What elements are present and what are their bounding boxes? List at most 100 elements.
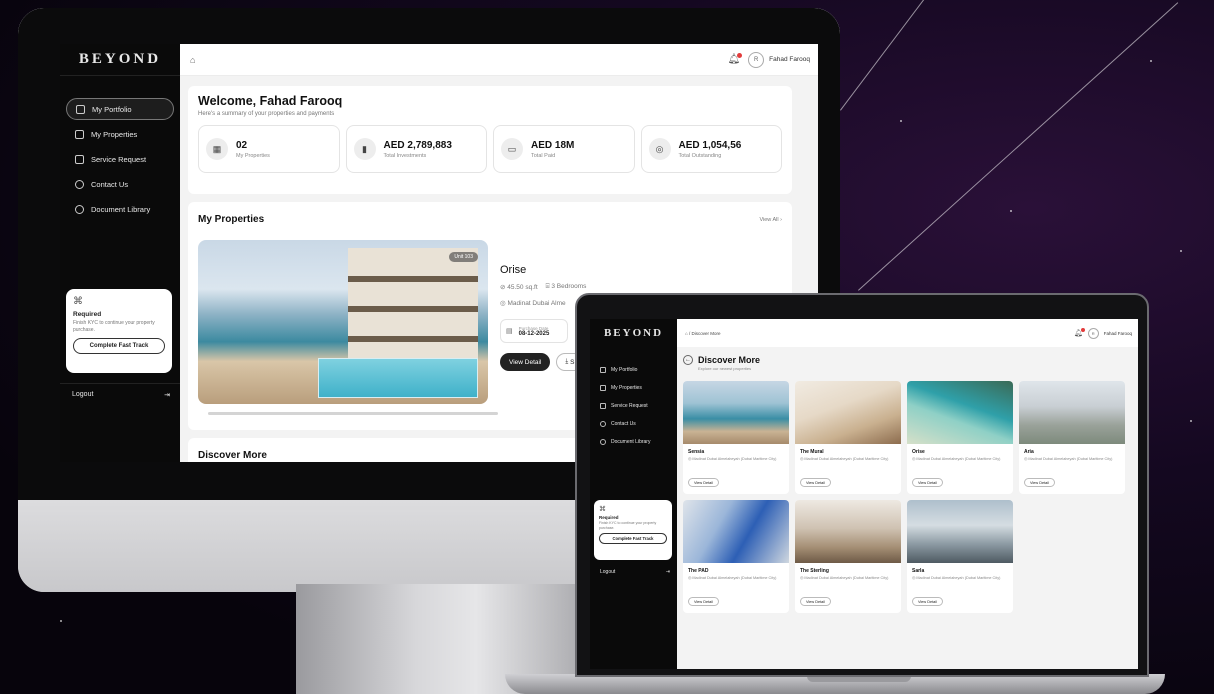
stats-row: ▦ 02 My Properties ▮ AED 2,789,883 Total Inv… [198,125,782,173]
sidebar-item-my-properties[interactable]: My Properties [66,123,174,145]
sidebar-item-my-portfolio[interactable]: My Portfolio [66,98,174,120]
required-title: Required [599,515,619,520]
sidebar-item-label: Service Request [91,154,147,164]
logout-button[interactable]: Logout ⇥ [590,569,677,575]
sidebar-item-service-request[interactable]: Service Request [66,148,174,170]
property-image [1019,381,1125,444]
property-image [683,381,789,444]
user-name: Fahad Farooq [1103,330,1132,336]
background-star [1180,250,1182,252]
background-star [1190,420,1192,422]
property-card[interactable]: The Sterling ◎ Madinat Dubai Almelaheyah… [795,500,901,613]
sidebar-item-service-request[interactable]: Service Request [590,399,677,413]
sidebar-nav: My Portfolio My Properties Service Reque… [60,98,180,220]
sidebar-item-contact-us[interactable]: Contact Us [66,173,174,195]
discover-header: ← Discover More Explore our newest prope… [683,355,760,371]
sidebar: BEYOND My Portfolio My Properties Servic… [590,319,677,669]
property-bedrooms: 3 Bedrooms [551,283,587,290]
phone-icon [600,421,606,427]
megaphone-icon: ⌘ [73,296,83,307]
coins-icon: ◎ [648,138,671,160]
property-image [795,381,901,444]
view-detail-button[interactable]: View Detail [800,478,831,487]
download-icon: ⤓ [565,358,569,365]
logout-button[interactable]: Logout ⇥ [60,383,180,405]
background-star [60,620,62,622]
notification-bell-icon[interactable]: 🔔︎ [727,53,743,65]
property-location: ◎ Madinat Dubai Almelaheyah (Dubai Marit… [1024,457,1113,461]
avatar[interactable]: R [1087,327,1099,339]
view-detail-button[interactable]: View Detail [800,597,831,606]
property-location: ◎ Madinat Dubai Almelaheyah (Dubai Marit… [688,576,777,580]
property-actions: View Detail ⤓ S [500,353,586,371]
sidebar-item-document-library[interactable]: Document Library [590,435,677,449]
kyc-required-card: ⌘ Required Finish KYC to continue your p… [594,500,672,560]
home-icon[interactable]: ⌂ [685,331,688,336]
home-icon[interactable]: ⌂ [190,55,195,65]
sidebar-item-document-library[interactable]: Document Library [66,198,174,220]
property-card[interactable]: The Mural ◎ Madinat Dubai Almelaheyah (D… [795,381,901,494]
property-image [907,500,1013,563]
sidebar-item-my-properties[interactable]: My Properties [590,381,677,395]
required-text: Finish KYC to continue your property pur… [599,521,657,530]
sidebar-item-label: Service Request [611,403,648,409]
background-star [1150,60,1152,62]
background-line [840,0,974,111]
building-icon [600,385,606,391]
stat-card: ▭ AED 18M Total Paid [493,125,635,173]
property-card[interactable]: Aria ◎ Madinat Dubai Almelaheyah (Dubai … [1019,381,1125,494]
section-title: My Properties [198,214,265,225]
sidebar-item-contact-us[interactable]: Contact Us [590,417,677,431]
complete-fast-track-button[interactable]: Complete Fast Track [599,533,667,545]
building-floor [348,336,478,342]
view-detail-button[interactable]: View Detail [912,478,943,487]
notification-bell-icon[interactable]: 🔔︎ [1074,328,1085,337]
view-detail-button[interactable]: View Detail [912,597,943,606]
sidebar-nav: My Portfolio My Properties Service Reque… [590,363,677,449]
avatar: R [748,51,765,68]
property-meta: ⊘ 45.50 sq.ft ⌸ 3 Bedrooms [500,283,586,291]
clipboard-icon [75,154,84,164]
top-bar: ⌂ 🔔︎ R Fahad Farooq [180,44,818,76]
cash-icon: ▭ [501,138,523,160]
view-detail-button[interactable]: View Detail [1024,478,1055,487]
complete-fast-track-button[interactable]: Complete Fast Track [73,338,165,354]
sidebar-item-label: My Properties [91,129,138,139]
phone-icon [75,179,84,189]
property-info: Orise ⊘ 45.50 sq.ft ⌸ 3 Bedrooms ◎ Madin… [500,264,586,371]
stat-label: Total Investments [383,152,427,159]
user-menu[interactable]: R Fahad Farooq [748,51,810,68]
property-card[interactable]: Sarla ◎ Madinat Dubai Almelaheyah (Dubai… [907,500,1013,613]
property-card[interactable]: Sensia ◎ Madinat Dubai Almelaheyah (Duba… [683,381,789,494]
document-icon [75,204,84,214]
main-content: ⌂ / Discover More 🔔︎ R Fahad Farooq ← Di… [677,319,1138,669]
sidebar-item-label: Contact Us [91,179,129,189]
property-image [683,500,789,563]
view-detail-button[interactable]: View Detail [688,478,719,487]
background-line [858,2,1179,291]
property-image [795,500,901,563]
carousel-scrollbar[interactable] [208,412,498,415]
required-text: Finish KYC to continue your property pur… [73,320,155,333]
top-bar-right: 🔔︎ R Fahad Farooq [727,51,810,68]
view-detail-button[interactable]: View Detail [500,353,551,371]
top-bar-right: 🔔︎ R Fahad Farooq [1074,327,1132,339]
properties-header: My Properties View All › [198,214,782,225]
property-area: 45.50 sq.ft [507,284,538,291]
brand-logo: BEYOND [603,327,664,339]
property-name: Aria [1024,449,1034,455]
view-detail-button[interactable]: View Detail [688,597,719,606]
stat-card: ▦ 02 My Properties [198,125,340,173]
view-all-link[interactable]: View All › [759,217,782,223]
back-arrow-icon[interactable]: ← [683,355,693,365]
sidebar-item-my-portfolio[interactable]: My Portfolio [590,363,677,377]
purchase-date-label: Purchase Date [518,325,549,331]
purchase-date-value: 08-12-2025 [518,330,550,337]
property-card[interactable]: The PAD ◎ Madinat Dubai Almelaheyah (Dub… [683,500,789,613]
stat-value: AED 2,789,883 [383,139,452,151]
calendar-icon: ▤ [506,328,513,335]
sidebar: BEYOND My Portfolio My Properties Servic… [60,44,180,462]
building-icon: ▦ [206,138,228,160]
property-card[interactable]: Orise ◎ Madinat Dubai Almelaheyah (Dubai… [907,381,1013,494]
logout-label: Logout [72,391,94,398]
